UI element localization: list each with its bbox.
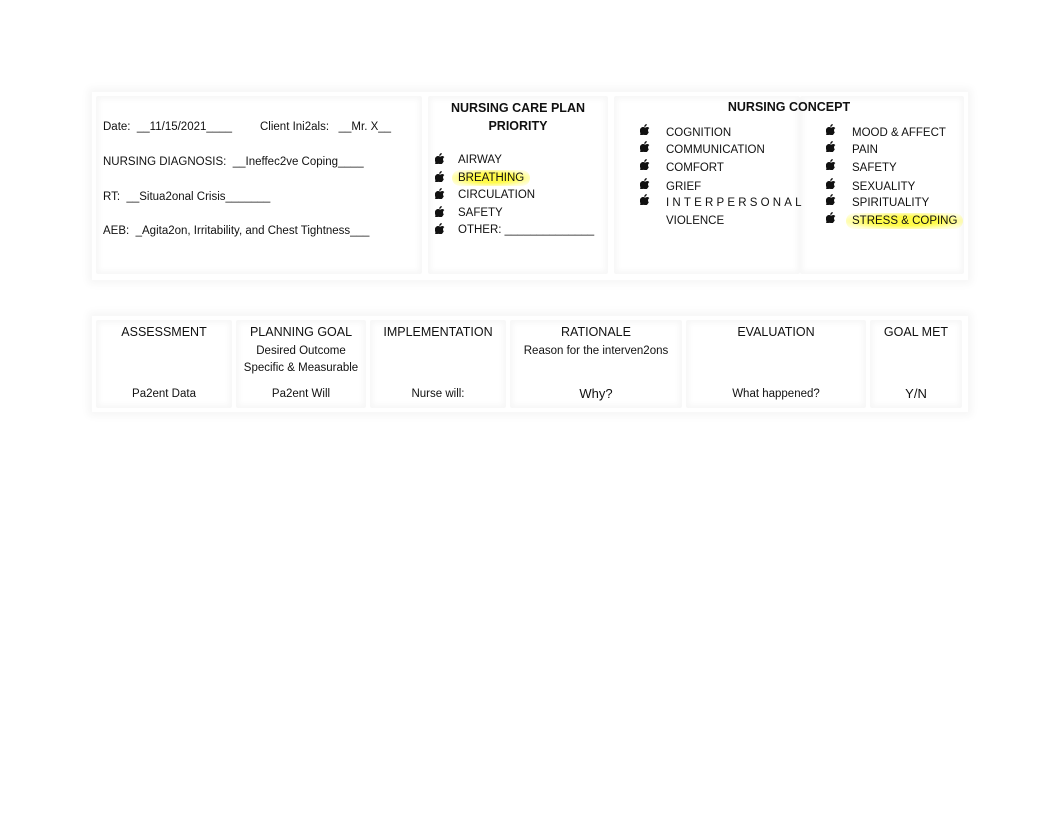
- priority-title: NURSING CARE PLAN PRIORITY: [428, 99, 608, 135]
- apple-bullet-icon: [826, 124, 836, 135]
- concept-item-interpersonal[interactable]: INTERPERSONAL: [666, 196, 805, 210]
- concept-item-communication[interactable]: COMMUNICATION: [666, 143, 765, 157]
- rt-value[interactable]: __Situa2onal Crisis_______: [126, 191, 270, 203]
- concept-item-stress-coping[interactable]: STRESS & COPING: [846, 213, 964, 229]
- apple-bullet-icon: [826, 194, 836, 205]
- column-header-goal-met: GOAL MET: [883, 325, 949, 339]
- concept-item-violence[interactable]: VIOLENCE: [666, 214, 724, 228]
- column-subheader: Specific & Measurable: [243, 362, 359, 374]
- highlight-mark: BREATHING: [452, 170, 531, 186]
- apple-bullet-icon: [826, 159, 836, 170]
- concept-item-safety[interactable]: SAFETY: [852, 161, 897, 175]
- column-header-assessment: ASSESSMENT: [121, 325, 207, 339]
- concept-item-sexuality[interactable]: SEXUALITY: [852, 180, 915, 194]
- column-prompt-evaluation[interactable]: What happened?: [686, 387, 866, 401]
- highlight-mark: STRESS & COPING: [846, 213, 964, 229]
- initials-label: Client Ini2als:: [260, 121, 330, 133]
- date-label: Date:: [103, 121, 131, 133]
- concept-item-mood-affect[interactable]: MOOD & AFFECT: [852, 126, 946, 140]
- column-prompt-rationale[interactable]: Why?: [510, 387, 682, 401]
- apple-bullet-icon: [435, 171, 445, 182]
- aeb-line: AEB: _Agita2on, Irritability, and Chest …: [103, 224, 369, 238]
- priority-item-circulation[interactable]: CIRCULATION: [458, 188, 535, 202]
- priority-title-line2: PRIORITY: [488, 119, 548, 133]
- aeb-value[interactable]: _Agita2on, Irritability, and Chest Tight…: [136, 225, 370, 237]
- apple-bullet-icon: [826, 141, 836, 152]
- apple-bullet-icon: [640, 194, 650, 205]
- priority-item-other[interactable]: OTHER: ______________: [458, 223, 594, 237]
- apple-bullet-icon: [435, 188, 445, 199]
- concept-item-spirituality[interactable]: SPIRITUALITY: [852, 196, 929, 210]
- care-plan-document: Date: __11/15/2021____ Client Ini2als: _…: [0, 0, 1062, 822]
- column-header-rationale: RATIONALE: [561, 325, 631, 339]
- apple-bullet-icon: [826, 178, 836, 189]
- initials-line: Client Ini2als: __Mr. X__: [260, 120, 391, 134]
- apple-bullet-icon: [640, 159, 650, 170]
- diagnosis-value[interactable]: __Ineffec2ve Coping____: [233, 156, 364, 168]
- column-prompt-implementation[interactable]: Nurse will:: [370, 387, 506, 401]
- column-subheader: Desired Outcome: [256, 345, 346, 357]
- rt-line: RT: __Situa2onal Crisis_______: [103, 190, 270, 204]
- column-prompt-goal-met[interactable]: Y/N: [870, 387, 962, 401]
- priority-item-breathing[interactable]: BREATHING: [452, 170, 531, 186]
- apple-bullet-icon: [826, 212, 836, 223]
- priority-item-airway[interactable]: AIRWAY: [458, 153, 502, 167]
- rt-label: RT:: [103, 191, 121, 203]
- date-line: Date: __11/15/2021____: [103, 120, 232, 134]
- column-subheader: Reason for the interven2ons: [523, 345, 669, 357]
- apple-bullet-icon: [640, 178, 650, 189]
- column-prompt-assessment[interactable]: Pa2ent Data: [96, 387, 232, 401]
- apple-bullet-icon: [640, 141, 650, 152]
- aeb-label: AEB:: [103, 225, 130, 237]
- concept-item-grief[interactable]: GRIEF: [666, 180, 701, 194]
- priority-title-line1: NURSING CARE PLAN: [450, 101, 586, 115]
- concept-item-pain[interactable]: PAIN: [852, 143, 878, 157]
- column-prompt-planning-goal[interactable]: Pa2ent Will: [236, 387, 366, 401]
- column-header-implementation: IMPLEMENTATION: [383, 325, 493, 339]
- diagnosis-label: NURSING DIAGNOSIS:: [103, 156, 227, 168]
- diagnosis-line: NURSING DIAGNOSIS: __Ineffec2ve Coping__…: [103, 155, 364, 169]
- priority-item-safety[interactable]: SAFETY: [458, 206, 503, 220]
- concept-item-cognition[interactable]: COGNITION: [666, 126, 731, 140]
- column-header-planning-goal: PLANNING GOAL: [249, 325, 353, 339]
- date-value[interactable]: __11/15/2021____: [137, 121, 232, 133]
- concept-item-comfort[interactable]: COMFORT: [666, 161, 724, 175]
- apple-bullet-icon: [435, 206, 445, 217]
- apple-bullet-icon: [640, 124, 650, 135]
- concept-title: NURSING CONCEPT: [727, 100, 851, 114]
- apple-bullet-icon: [435, 153, 445, 164]
- initials-value[interactable]: __Mr. X__: [339, 121, 391, 133]
- apple-bullet-icon: [435, 223, 445, 234]
- column-header-evaluation: EVALUATION: [737, 325, 815, 339]
